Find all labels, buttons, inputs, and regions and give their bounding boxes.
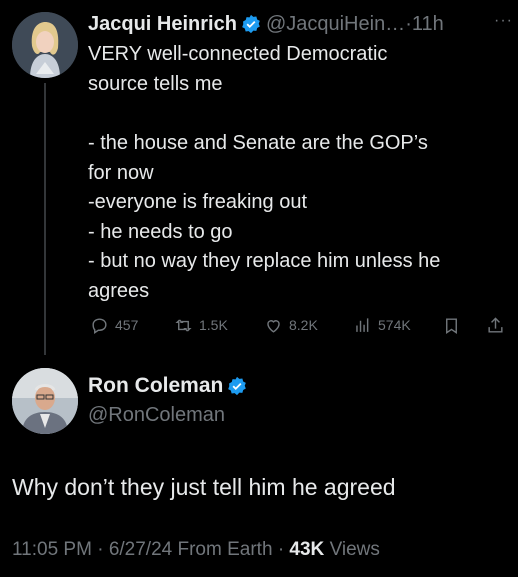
tweet-time[interactable]: 11h: [412, 13, 444, 36]
repost-count: 1.5K: [199, 317, 228, 333]
text-line: VERY well-connected Democratic: [88, 43, 388, 65]
thread-line: [44, 83, 46, 355]
text-line: - he needs to go: [88, 220, 233, 243]
text-line: - but no way they replace him unless he: [88, 250, 441, 272]
text-line: -everyone is freaking out: [88, 191, 308, 213]
views-count: 574K: [378, 317, 411, 333]
separator-dot: ·: [277, 539, 285, 560]
reply-author: Ron Coleman: [88, 374, 252, 398]
share-icon: [488, 316, 503, 333]
avatar-ron[interactable]: [12, 368, 78, 434]
verified-badge-icon: [227, 376, 247, 396]
author-name[interactable]: Jacqui Heinrich: [88, 13, 237, 36]
views-button[interactable]: 574K: [353, 312, 411, 338]
text-line: source tells me: [88, 72, 223, 95]
separator-dot: ·: [405, 12, 412, 35]
verified-badge-icon: [241, 14, 261, 34]
reply-views-count[interactable]: 43K: [289, 539, 324, 560]
reply-metadata: 11:05 PM · 6/27/24 From Earth · 43K View…: [12, 539, 380, 561]
tweet-header: Jacqui Heinrich @JacquiHein… · 11h ···: [88, 10, 513, 38]
reply-author-handle[interactable]: @RonColeman: [88, 404, 225, 427]
more-options-icon[interactable]: ···: [494, 12, 513, 30]
reply-author-name[interactable]: Ron Coleman: [88, 374, 223, 398]
heart-icon: [267, 319, 280, 333]
text-line: agrees: [88, 279, 150, 302]
separator-dot: ·: [97, 539, 104, 560]
reply-count: 457: [115, 317, 139, 333]
text-line: - the house and Senate are the GOP’s: [88, 132, 428, 154]
text-line: for now: [88, 161, 154, 184]
bookmark-icon: [446, 317, 457, 334]
like-button[interactable]: 8.2K: [264, 312, 318, 338]
reply-source: From Earth: [177, 539, 273, 560]
action-bar: 457 1.5K 8.2K 574K: [88, 312, 508, 338]
bookmark-button[interactable]: [442, 312, 461, 338]
author-handle[interactable]: @JacquiHein…: [266, 13, 405, 36]
reply-text: Why don’t they just tell him he agreed: [12, 474, 396, 500]
share-button[interactable]: [486, 312, 505, 338]
reply-date[interactable]: 6/27/24: [109, 539, 172, 560]
avatar-jacqui[interactable]: [12, 12, 78, 78]
analytics-icon: [356, 317, 369, 332]
reply-icon: [92, 317, 107, 334]
reply-button[interactable]: 457: [90, 312, 138, 338]
tweet-text: VERY well-connected Democratic source te…: [88, 40, 508, 306]
repost-icon: [175, 318, 192, 332]
reply-tweet-header: Ron Coleman @RonColeman: [0, 360, 518, 440]
repost-button[interactable]: 1.5K: [174, 312, 228, 338]
quoted-tweet: Jacqui Heinrich @JacquiHein… · 11h ··· V…: [0, 0, 518, 355]
like-count: 8.2K: [289, 317, 318, 333]
reply-time[interactable]: 11:05 PM: [12, 539, 92, 560]
reply-views-label: Views: [329, 539, 380, 560]
